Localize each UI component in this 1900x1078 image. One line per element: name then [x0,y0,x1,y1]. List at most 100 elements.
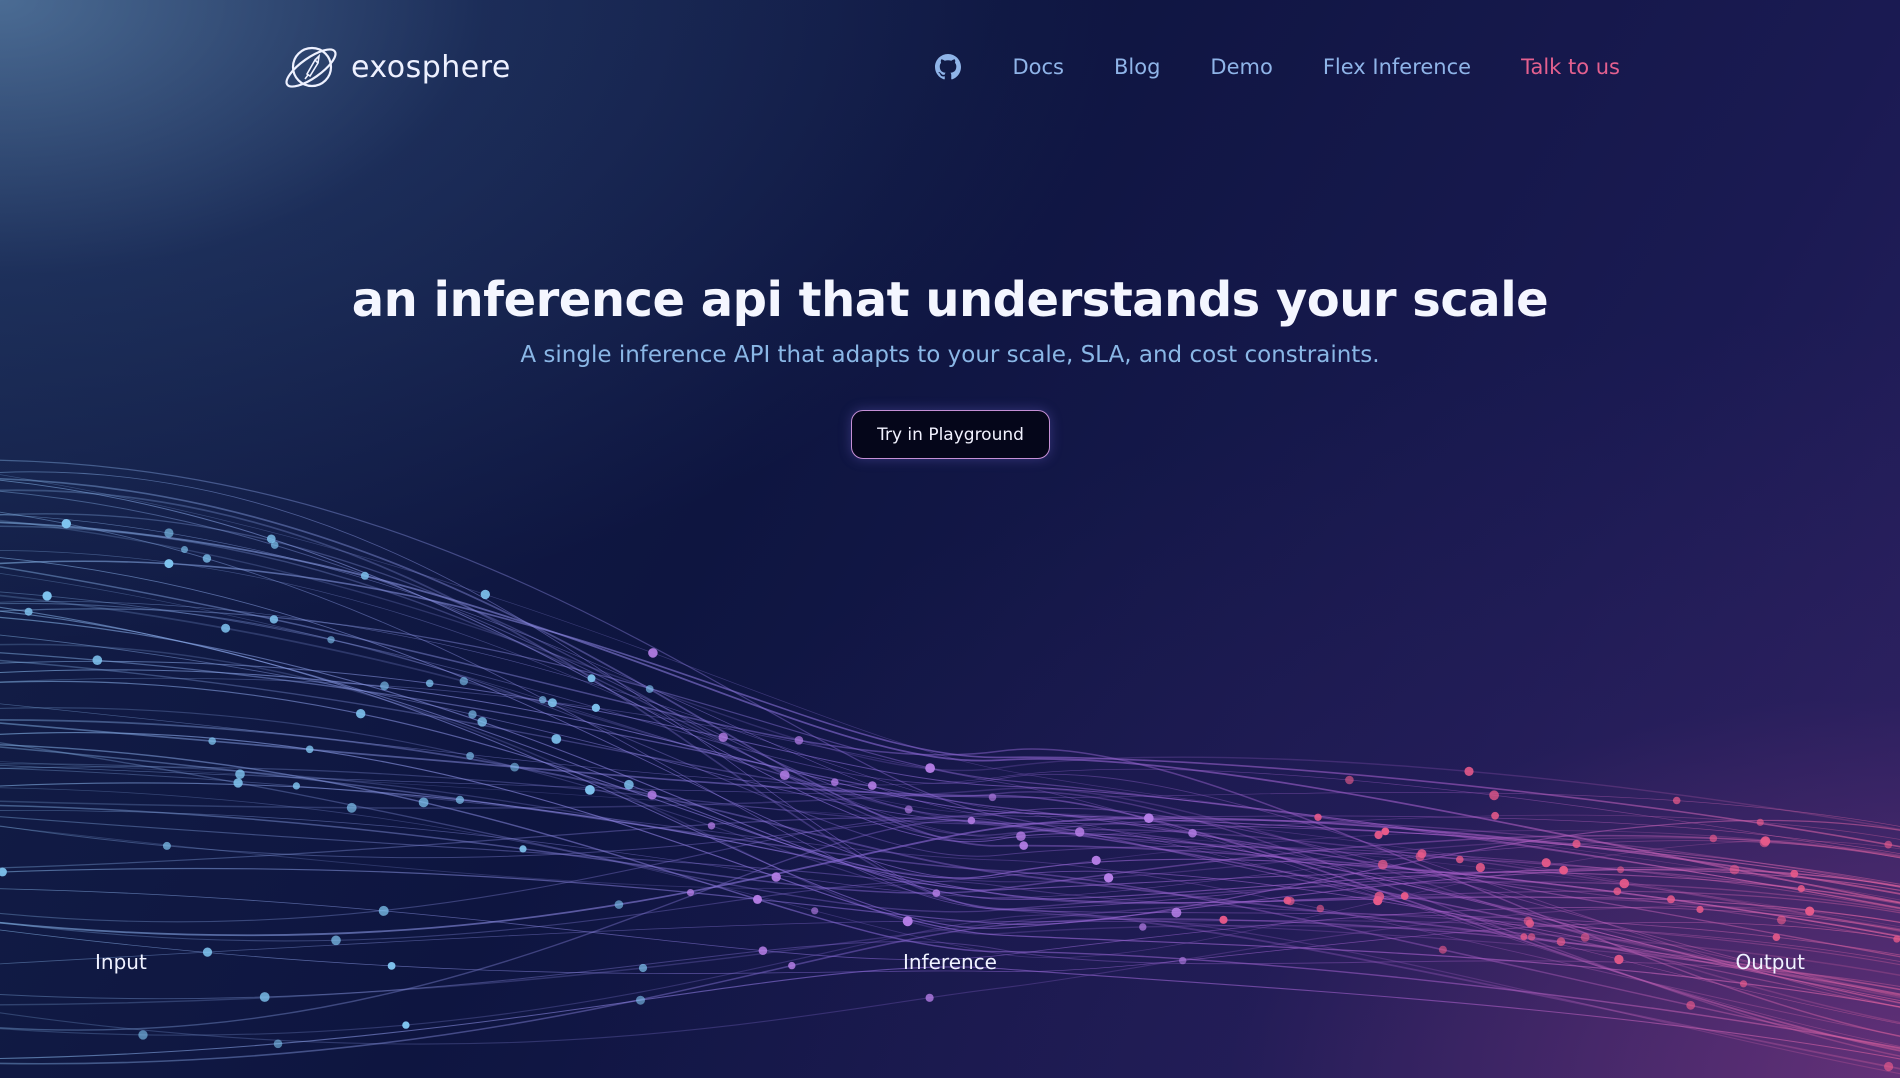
flow-particle [466,752,474,760]
flow-particle [459,677,468,686]
flow-particle [718,732,728,742]
flow-particle [624,779,634,790]
flow-particle [1400,892,1409,900]
flow-line [0,521,1900,904]
flow-particle [1374,891,1385,902]
flow-particle [1188,828,1197,838]
nav-blog[interactable]: Blog [1114,55,1160,79]
flow-particle [1729,864,1740,875]
flow-line [0,816,1900,914]
flow-particle [1016,831,1026,841]
flow-particle [753,894,762,904]
nav-docs[interactable]: Docs [1012,55,1064,79]
flow-particle [925,993,934,1002]
flow-particle [904,805,913,814]
flow-particle [1572,839,1581,849]
flow-particle [1672,796,1681,805]
brand-logo[interactable]: exosphere [281,40,511,94]
landing-page: exosphere Docs Blog Demo Flex Inference … [0,0,1900,1078]
nav-talk-to-us[interactable]: Talk to us [1521,55,1620,79]
flow-particle [42,591,52,601]
flow-particle [162,841,171,850]
flow-particle [967,816,976,825]
flow-particle [988,793,997,802]
flow-particle [1759,837,1770,848]
flow-particle [292,782,300,790]
flow-particle [1219,915,1228,924]
top-nav: Docs Blog Demo Flex Inference Talk to us [934,48,1620,86]
flow-line [0,525,1900,932]
flow-particle [587,674,596,683]
github-icon[interactable] [934,53,962,81]
flow-particle [455,795,464,805]
flow-particle [1772,933,1781,941]
flow-particle [378,905,389,916]
flow-particle [1893,935,1900,943]
flow-particle [547,698,557,708]
flow-particle [1617,866,1625,874]
flow-particle [1709,834,1718,843]
flow-line [0,608,1900,909]
flow-particle [1739,980,1748,988]
flow-line [0,722,1900,1052]
flow-particle [686,889,695,897]
flow-particle [1696,905,1704,914]
flow-line [0,550,1900,840]
planet-rocket-icon [285,46,337,88]
flow-particle [771,872,781,882]
flow-particle [1286,896,1295,906]
stage-label-output: Output [1735,950,1805,974]
hero-title: an inference api that understands your s… [351,272,1549,328]
flow-particle [305,745,314,754]
flow-particle [636,995,645,1005]
flow-particle [61,519,71,529]
flow-line [0,767,1900,1037]
github-icon-glyph [935,54,962,80]
flow-particle [779,770,790,780]
flow-particle [1777,915,1786,925]
flow-particle [591,703,601,713]
flow-particle [1686,1000,1696,1010]
flow-particle [24,607,33,616]
flow-particle [1345,775,1354,785]
flow-particle [1415,851,1425,862]
flow-particle [1377,859,1388,870]
flow-particle [1884,840,1893,849]
flow-line [0,966,1900,1060]
flow-particle [794,736,804,745]
nav-flex-inference[interactable]: Flex Inference [1323,55,1471,79]
flow-particle [346,802,357,813]
flow-particle [510,762,519,772]
flow-particle [519,845,527,853]
flow-particle [1797,885,1805,893]
nav-demo[interactable]: Demo [1210,55,1272,79]
flow-particle [259,992,270,1002]
flow-particle [1884,1061,1894,1072]
flow-line [0,478,1900,938]
flow-particle [1475,862,1485,873]
flow-particle [1103,873,1114,883]
flow-particle [831,778,839,786]
flow-lines-visual [0,459,1900,1075]
try-playground-button[interactable]: Try in Playground [851,410,1050,459]
flow-particle [181,546,188,553]
flow-particle [1374,830,1383,840]
flow-particle [480,589,490,600]
flow-particle [1527,933,1536,941]
flow-particle [327,636,335,644]
flow-particle [1520,933,1528,941]
flow-particle [1139,923,1147,931]
flow-particle [1541,858,1551,868]
flow-particle [477,717,488,727]
flow-particle [1790,869,1799,878]
flow-particle [1805,906,1815,916]
flow-particle [138,1030,148,1040]
flow-particle [0,867,7,877]
flow-particle [647,790,657,800]
flow-line [0,905,1900,1045]
flow-particle [1491,811,1499,820]
flow-particle [1556,937,1566,946]
flow-particle [356,709,366,719]
flow-particle [418,797,429,808]
flow-particle [925,763,935,773]
